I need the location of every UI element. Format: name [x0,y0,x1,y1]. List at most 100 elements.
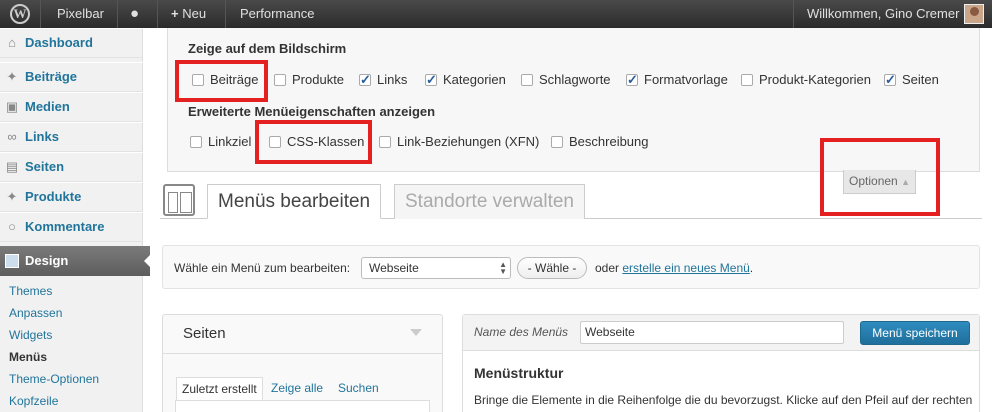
submenu-item-widgets[interactable]: Widgets [0,324,143,346]
checkbox-label: Formatvorlage [644,72,728,87]
plus-icon: + [171,6,183,21]
checkbox-label: Seiten [902,72,939,87]
checkbox-label: Produkt-Kategorien [759,72,872,87]
menu-select-label: Wähle ein Menü zum bearbeiten: [174,261,351,275]
separator [157,0,158,28]
pin-icon: ✦ [6,189,18,204]
checkbox-description[interactable]: Beschreibung [551,133,649,151]
comment-icon: ○ [8,219,16,234]
tab-edit-menus[interactable]: Menüs bearbeiten [207,184,382,219]
tab-search[interactable]: Suchen [338,377,379,401]
performance-menu[interactable]: Performance [240,0,314,28]
sidebar-item-pages[interactable]: ▤ Seiten [0,152,143,182]
sidebar-item-label: Beiträge [25,69,78,84]
checkbox-box[interactable] [359,71,371,89]
sidebar-item-design[interactable]: Design [0,246,151,276]
tab-manage-locations[interactable]: Standorte verwalten [394,184,585,219]
account-greeting[interactable]: Willkommen, Gino Cremer [807,0,959,28]
caret-up-icon: ▲ [901,177,910,187]
checkbox-box[interactable] [521,73,533,86]
menu-name-input[interactable]: Webseite [580,321,844,344]
checkbox-categories[interactable]: Kategorien [425,71,506,89]
new-label: Neu [182,6,207,21]
menu-header: Name des Menüs Webseite Menü speichern [463,315,979,351]
checkbox-pages[interactable]: Seiten [884,71,939,89]
sidebar-item-label: Kommentare [25,219,105,234]
screen-options-toggle[interactable]: Optionen ▲ [843,170,916,194]
checkbox-link-target[interactable]: Linkziel [190,133,251,151]
menu-select-value: Webseite [369,261,419,275]
checkbox-label: Links [377,72,408,87]
menu-management-panel: Name des Menüs Webseite Menü speichern M… [462,314,980,412]
highlight-posts [175,60,268,102]
toggle-arrow-icon[interactable] [410,329,422,336]
tab-recent[interactable]: Zuletzt erstellt [176,377,263,401]
checkbox-box[interactable] [884,71,896,89]
submenu-item-theme-options[interactable]: Theme-Optionen [0,368,143,390]
options-label: Optionen [849,174,898,188]
checkbox-label: Kategorien [443,72,506,87]
checkbox-label: Linkziel [208,134,252,149]
site-name-link[interactable]: Pixelbar [57,0,104,28]
separator [225,0,226,28]
screen-options-heading: Zeige auf dem Bildschirm [188,41,347,56]
checkbox-format[interactable]: Formatvorlage [626,71,728,89]
comments-bubble-icon[interactable]: ● [130,0,139,28]
separator [793,0,794,28]
new-content-button[interactable]: + Neu [171,0,206,28]
divider [163,353,442,354]
menu-name-label: Name des Menüs [474,325,569,339]
pin-icon: ✦ [6,69,18,84]
menus-page-icon [163,184,195,216]
separator [40,0,41,28]
admin-sidebar: ⌂ Dashboard ✦ Beiträge ▣ Medien ∞ Links … [0,28,151,412]
sidebar-item-label: Medien [25,99,70,114]
submenu-item-themes[interactable]: Themes [0,280,143,302]
sidebar-item-dashboard[interactable]: ⌂ Dashboard [0,28,143,58]
menu-select[interactable]: Webseite ▲ ▼ [361,257,511,279]
select-arrows-icon: ▲ ▼ [499,260,507,276]
checkbox-tags[interactable]: Schlagworte [521,71,611,89]
highlight-css-classes [255,120,372,164]
sidebar-item-label: Produkte [25,189,82,204]
advanced-properties-heading: Erweiterte Menüeigenschaften anzeigen [188,104,436,119]
sidebar-item-label: Design [25,253,69,268]
or-text: oder [595,261,620,275]
avatar[interactable] [964,4,984,24]
link-icon: ∞ [7,129,17,144]
design-submenu: Themes Anpassen Widgets Menüs Theme-Opti… [0,280,143,412]
sidebar-item-label: Links [25,129,59,144]
checkbox-box[interactable] [379,135,391,148]
sidebar-item-products[interactable]: ✦ Produkte [0,182,143,212]
submenu-item-customize[interactable]: Anpassen [0,302,143,324]
checkbox-box[interactable] [274,73,286,86]
submenu-item-header[interactable]: Kopfzeile [0,390,143,412]
checkbox-xfn[interactable]: Link-Beziehungen (XFN) [379,133,539,151]
checkbox-label: Link-Beziehungen (XFN) [397,134,540,149]
select-menu-button[interactable]: - Wähle - [517,257,587,279]
checkbox-products[interactable]: Produkte [274,71,344,89]
sidebar-item-links[interactable]: ∞ Links [0,122,143,152]
checkbox-box[interactable] [551,135,563,148]
save-menu-button[interactable]: Menü speichern [860,321,970,345]
menu-structure-title: Menüstruktur [474,365,564,381]
wordpress-logo-icon[interactable]: W [8,0,34,28]
submenu-item-menus[interactable]: Menüs [0,346,143,368]
pages-metabox: Seiten Zuletzt erstellt Zeige alle Suche… [162,314,443,412]
checkbox-box[interactable] [425,71,437,89]
checkbox-links[interactable]: Links [359,71,407,89]
admin-bar: W Pixelbar ● + Neu Performance Willkomme… [0,0,992,28]
sidebar-item-posts[interactable]: ✦ Beiträge [0,62,143,92]
menu-select-bar: Wähle ein Menü zum bearbeiten: Webseite … [162,245,980,289]
menu-structure-description: Bringe die Elemente in die Reihenfolge d… [474,393,973,412]
checkbox-box[interactable] [626,71,638,89]
create-menu-link[interactable]: erstelle ein neues Menü [622,261,749,275]
tab-show-all[interactable]: Zeige alle [271,377,323,401]
checkbox-box[interactable] [190,135,202,148]
checkbox-product-categories[interactable]: Produkt-Kategorien [741,71,871,89]
create-menu-text: oder erstelle ein neues Menü. [595,261,754,275]
sidebar-item-label: Seiten [25,159,65,174]
sidebar-item-media[interactable]: ▣ Medien [0,92,143,122]
checkbox-box[interactable] [741,73,753,86]
sidebar-item-comments[interactable]: ○ Kommentare [0,212,143,242]
